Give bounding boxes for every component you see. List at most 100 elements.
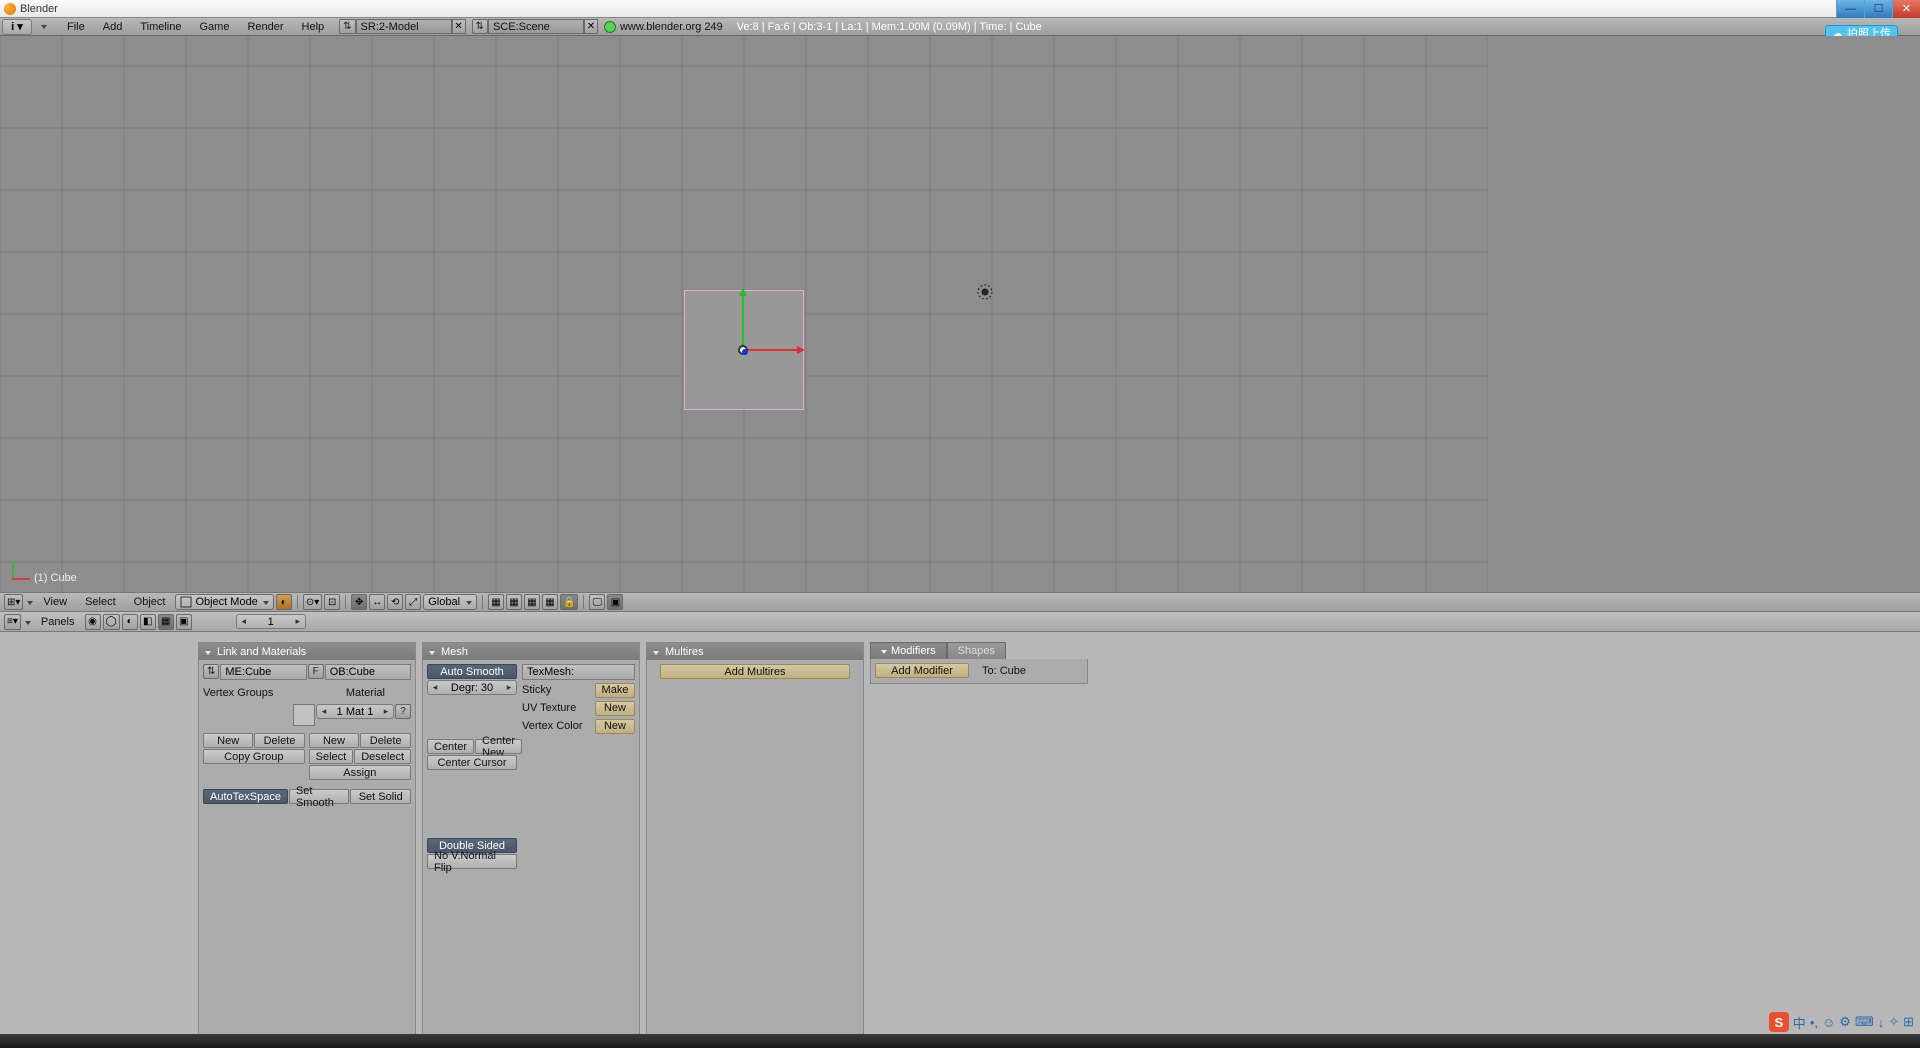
viewport-menu-select[interactable]: Select: [77, 596, 124, 608]
panel-multires-header[interactable]: Multires: [647, 643, 863, 660]
layout-browse-button[interactable]: ⇅: [339, 19, 355, 34]
add-multires-button[interactable]: Add Multires: [660, 664, 850, 679]
layer-button-1[interactable]: ▦: [488, 594, 504, 610]
buttons-collapse-icon[interactable]: [23, 616, 31, 628]
mat-new-button[interactable]: New: [309, 733, 360, 748]
layer-button-2[interactable]: ▦: [506, 594, 522, 610]
mat-help-button[interactable]: ?: [395, 704, 411, 719]
editor-type-buttons-button[interactable]: ≡▾: [4, 614, 21, 630]
layout-name-input[interactable]: SR:2-Model: [356, 19, 452, 34]
vg-delete-button[interactable]: Delete: [254, 733, 304, 748]
windows-taskbar[interactable]: [0, 1034, 1920, 1048]
manipulator-rotate-button[interactable]: ⟲: [387, 594, 403, 610]
context-editing-button[interactable]: ▦: [158, 614, 174, 630]
material-swatch[interactable]: [293, 704, 315, 726]
editor-type-button[interactable]: i ▾: [2, 19, 32, 35]
panel-link-materials-header[interactable]: Link and Materials: [199, 643, 415, 660]
set-solid-button[interactable]: Set Solid: [350, 789, 411, 804]
gizmo-y-axis[interactable]: [742, 294, 744, 350]
layer-button-4[interactable]: ▦: [542, 594, 558, 610]
gizmo-x-axis[interactable]: [743, 349, 799, 351]
mat-prev[interactable]: ◂: [317, 706, 331, 717]
texmesh-input[interactable]: TexMesh:: [522, 664, 635, 680]
render-border-button[interactable]: ▣: [607, 594, 623, 610]
menu-timeline[interactable]: Timeline: [131, 19, 190, 35]
frame-next-button[interactable]: ▸: [291, 616, 305, 627]
orientation-dropdown[interactable]: Global: [423, 594, 477, 610]
menu-render[interactable]: Render: [238, 19, 292, 35]
uv-new-button[interactable]: New: [595, 701, 635, 716]
manipulator-toggle-button[interactable]: ✥: [351, 594, 367, 610]
window-close-button[interactable]: ✕: [1892, 0, 1920, 18]
manipulator-scale-button[interactable]: ⤢: [405, 594, 421, 610]
manipulator-translate-button[interactable]: ↔: [369, 594, 385, 610]
scene-clear-button[interactable]: ✕: [584, 19, 598, 34]
3d-viewport[interactable]: (1) Cube: [0, 36, 1920, 592]
window-maximize-button[interactable]: ☐: [1864, 0, 1892, 18]
frame-value[interactable]: 1: [251, 616, 291, 628]
viewport-collapse-icon[interactable]: [25, 596, 33, 608]
copy-group-button[interactable]: Copy Group: [203, 749, 305, 764]
mat-select-button[interactable]: Select: [309, 749, 354, 764]
ob-name-input[interactable]: OB:Cube: [325, 664, 411, 680]
ime-lang-button[interactable]: 中: [1793, 1013, 1806, 1032]
ime-logo-icon[interactable]: S: [1769, 1012, 1789, 1032]
no-vnormal-flip-button[interactable]: No V.Normal Flip: [427, 854, 517, 869]
center-button[interactable]: Center: [427, 739, 474, 754]
menu-game[interactable]: Game: [190, 19, 238, 35]
center-cursor-button[interactable]: Center Cursor: [427, 755, 517, 770]
context-logic-button[interactable]: ◉: [85, 614, 101, 630]
context-shading-button[interactable]: ◐: [122, 614, 138, 630]
vg-new-button[interactable]: New: [203, 733, 253, 748]
panel-mesh-header[interactable]: Mesh: [423, 643, 639, 660]
layout-clear-button[interactable]: ✕: [452, 19, 466, 34]
menu-help[interactable]: Help: [293, 19, 334, 35]
menu-add[interactable]: Add: [94, 19, 132, 35]
mat-deselect-button[interactable]: Deselect: [354, 749, 411, 764]
pivot-button[interactable]: ⊙▾: [303, 594, 322, 610]
ime-tool-button[interactable]: ✧: [1888, 1014, 1899, 1030]
render-preview-button[interactable]: 🖵: [589, 594, 605, 610]
mat-index-value[interactable]: 1 Mat 1: [331, 706, 379, 718]
menu-file[interactable]: File: [58, 19, 94, 35]
gizmo-origin[interactable]: [738, 345, 748, 355]
center-new-button[interactable]: Center New: [475, 739, 522, 754]
scene-name-input[interactable]: SCE:Scene: [488, 19, 584, 34]
pivot-individual-button[interactable]: ⊡: [324, 594, 340, 610]
panels-menu[interactable]: Panels: [33, 616, 83, 628]
ime-menu-button[interactable]: ⊞: [1903, 1014, 1914, 1030]
autotexspace-button[interactable]: AutoTexSpace: [203, 789, 288, 804]
transform-gizmo[interactable]: [733, 340, 753, 360]
shading-button[interactable]: ◐: [276, 594, 292, 610]
ime-punct-button[interactable]: •,: [1810, 1015, 1818, 1030]
context-scene-button[interactable]: ▣: [176, 614, 192, 630]
auto-smooth-button[interactable]: Auto Smooth: [427, 664, 517, 679]
lamp-object-icon[interactable]: [973, 280, 997, 304]
mat-assign-button[interactable]: Assign: [309, 765, 411, 780]
link-url-text[interactable]: www.blender.org 249: [616, 21, 727, 33]
tab-shapes[interactable]: Shapes: [947, 642, 1006, 659]
context-script-button[interactable]: ◯: [103, 614, 120, 630]
lock-layers-button[interactable]: 🔒: [560, 594, 578, 610]
ime-skin-button[interactable]: ↓: [1878, 1015, 1885, 1030]
me-browse-button[interactable]: ⇅: [203, 664, 219, 679]
window-minimize-button[interactable]: —: [1836, 0, 1864, 18]
sticky-make-button[interactable]: Make: [595, 683, 635, 698]
ime-settings-button[interactable]: ⚙: [1839, 1014, 1851, 1030]
layer-button-3[interactable]: ▦: [524, 594, 540, 610]
degr-spinner[interactable]: ◂Degr: 30▸: [427, 680, 517, 695]
mode-select-dropdown[interactable]: Object Mode: [175, 594, 273, 610]
me-name-input[interactable]: ME:Cube: [220, 664, 306, 680]
ime-emoji-button[interactable]: ☺: [1822, 1015, 1835, 1030]
add-modifier-button[interactable]: Add Modifier: [875, 663, 969, 678]
tab-modifiers[interactable]: Modifiers: [870, 642, 947, 659]
viewport-menu-view[interactable]: View: [35, 596, 75, 608]
f-button[interactable]: F: [308, 664, 324, 679]
editor-type-3dview-button[interactable]: ⊞▾: [4, 594, 23, 610]
context-object-button[interactable]: ◧: [140, 614, 156, 630]
frame-prev-button[interactable]: ◂: [237, 616, 251, 627]
frame-spinner[interactable]: ◂ 1 ▸: [236, 614, 306, 629]
mat-next[interactable]: ▸: [379, 706, 393, 717]
viewport-menu-object[interactable]: Object: [126, 596, 174, 608]
set-smooth-button[interactable]: Set Smooth: [289, 789, 350, 804]
